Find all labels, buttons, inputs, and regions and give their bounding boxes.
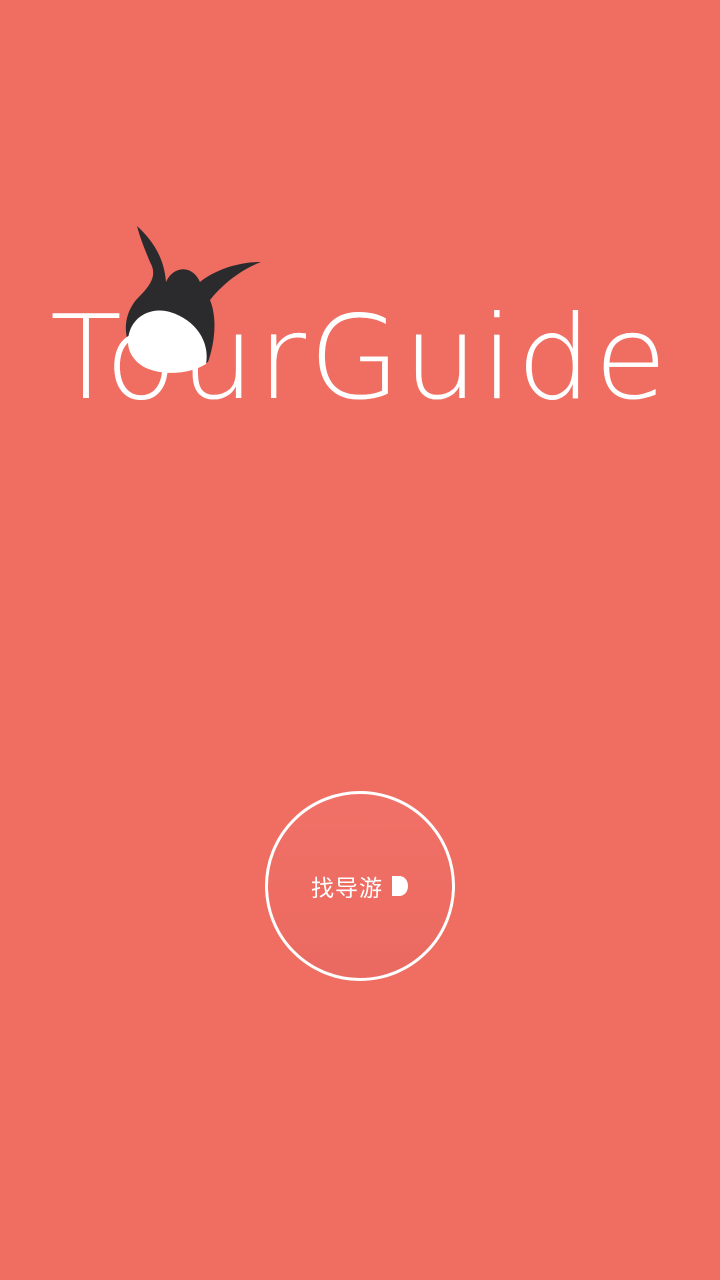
find-guide-label: 找导游 (311, 876, 383, 902)
splash-screen: TourGuide 找导游 (0, 0, 720, 1280)
play-icon (391, 875, 409, 897)
tourguide-logo: TourGuide (50, 226, 667, 426)
find-guide-button[interactable]: 找导游 (265, 791, 455, 981)
